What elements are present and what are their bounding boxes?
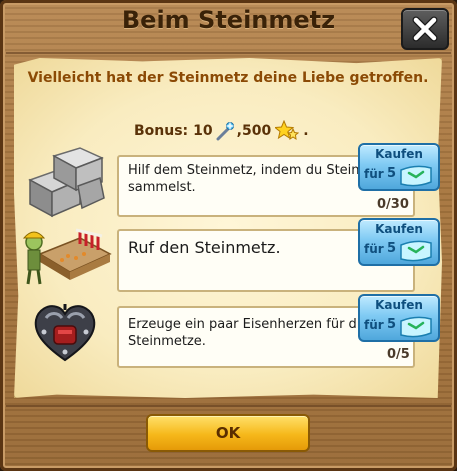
- close-icon: [412, 16, 438, 42]
- wood-plank-line: [6, 52, 451, 54]
- buy-button[interactable]: Kaufen für 5: [358, 218, 440, 266]
- ok-button[interactable]: OK: [146, 414, 310, 452]
- quest-intro: Vielleicht hat der Steinmetz deine Liebe…: [27, 70, 429, 86]
- task-progress: 0/30: [377, 197, 409, 212]
- buy-cost: 5: [387, 166, 397, 181]
- iron-heart-icon: [32, 302, 98, 368]
- buy-button[interactable]: Kaufen für 5: [358, 294, 440, 342]
- buy-label: Kaufen: [375, 147, 423, 161]
- ticket-icon: [400, 240, 432, 262]
- buy-cost: 5: [387, 241, 397, 256]
- bonus-label: Bonus:: [134, 123, 189, 139]
- buy-fur: für: [364, 242, 384, 256]
- dialog-title: Beim Steinmetz: [121, 6, 336, 34]
- stonemason-workshop-icon: [18, 220, 112, 292]
- stone-blocks-icon: [24, 146, 108, 224]
- wood-plank-line: [6, 405, 451, 407]
- buy-label: Kaufen: [375, 298, 423, 312]
- bonus-end: .: [303, 123, 309, 139]
- gold-stars-icon: [275, 120, 300, 141]
- buy-fur: für: [364, 318, 384, 332]
- close-button[interactable]: [401, 8, 449, 50]
- magic-wand-icon: [216, 121, 235, 141]
- buy-button[interactable]: Kaufen für 5: [358, 143, 440, 191]
- ticket-icon: [400, 316, 432, 338]
- buy-fur: für: [364, 167, 384, 181]
- ok-label: OK: [215, 424, 241, 442]
- buy-label: Kaufen: [375, 222, 423, 236]
- bonus-row: Bonus: 10 , 500 .: [134, 120, 309, 142]
- bonus-stars-amount: 500: [241, 123, 272, 139]
- task-progress: 0/5: [387, 347, 410, 362]
- bonus-wand-amount: 10: [193, 123, 213, 139]
- ticket-icon: [400, 165, 432, 187]
- buy-cost: 5: [387, 317, 397, 332]
